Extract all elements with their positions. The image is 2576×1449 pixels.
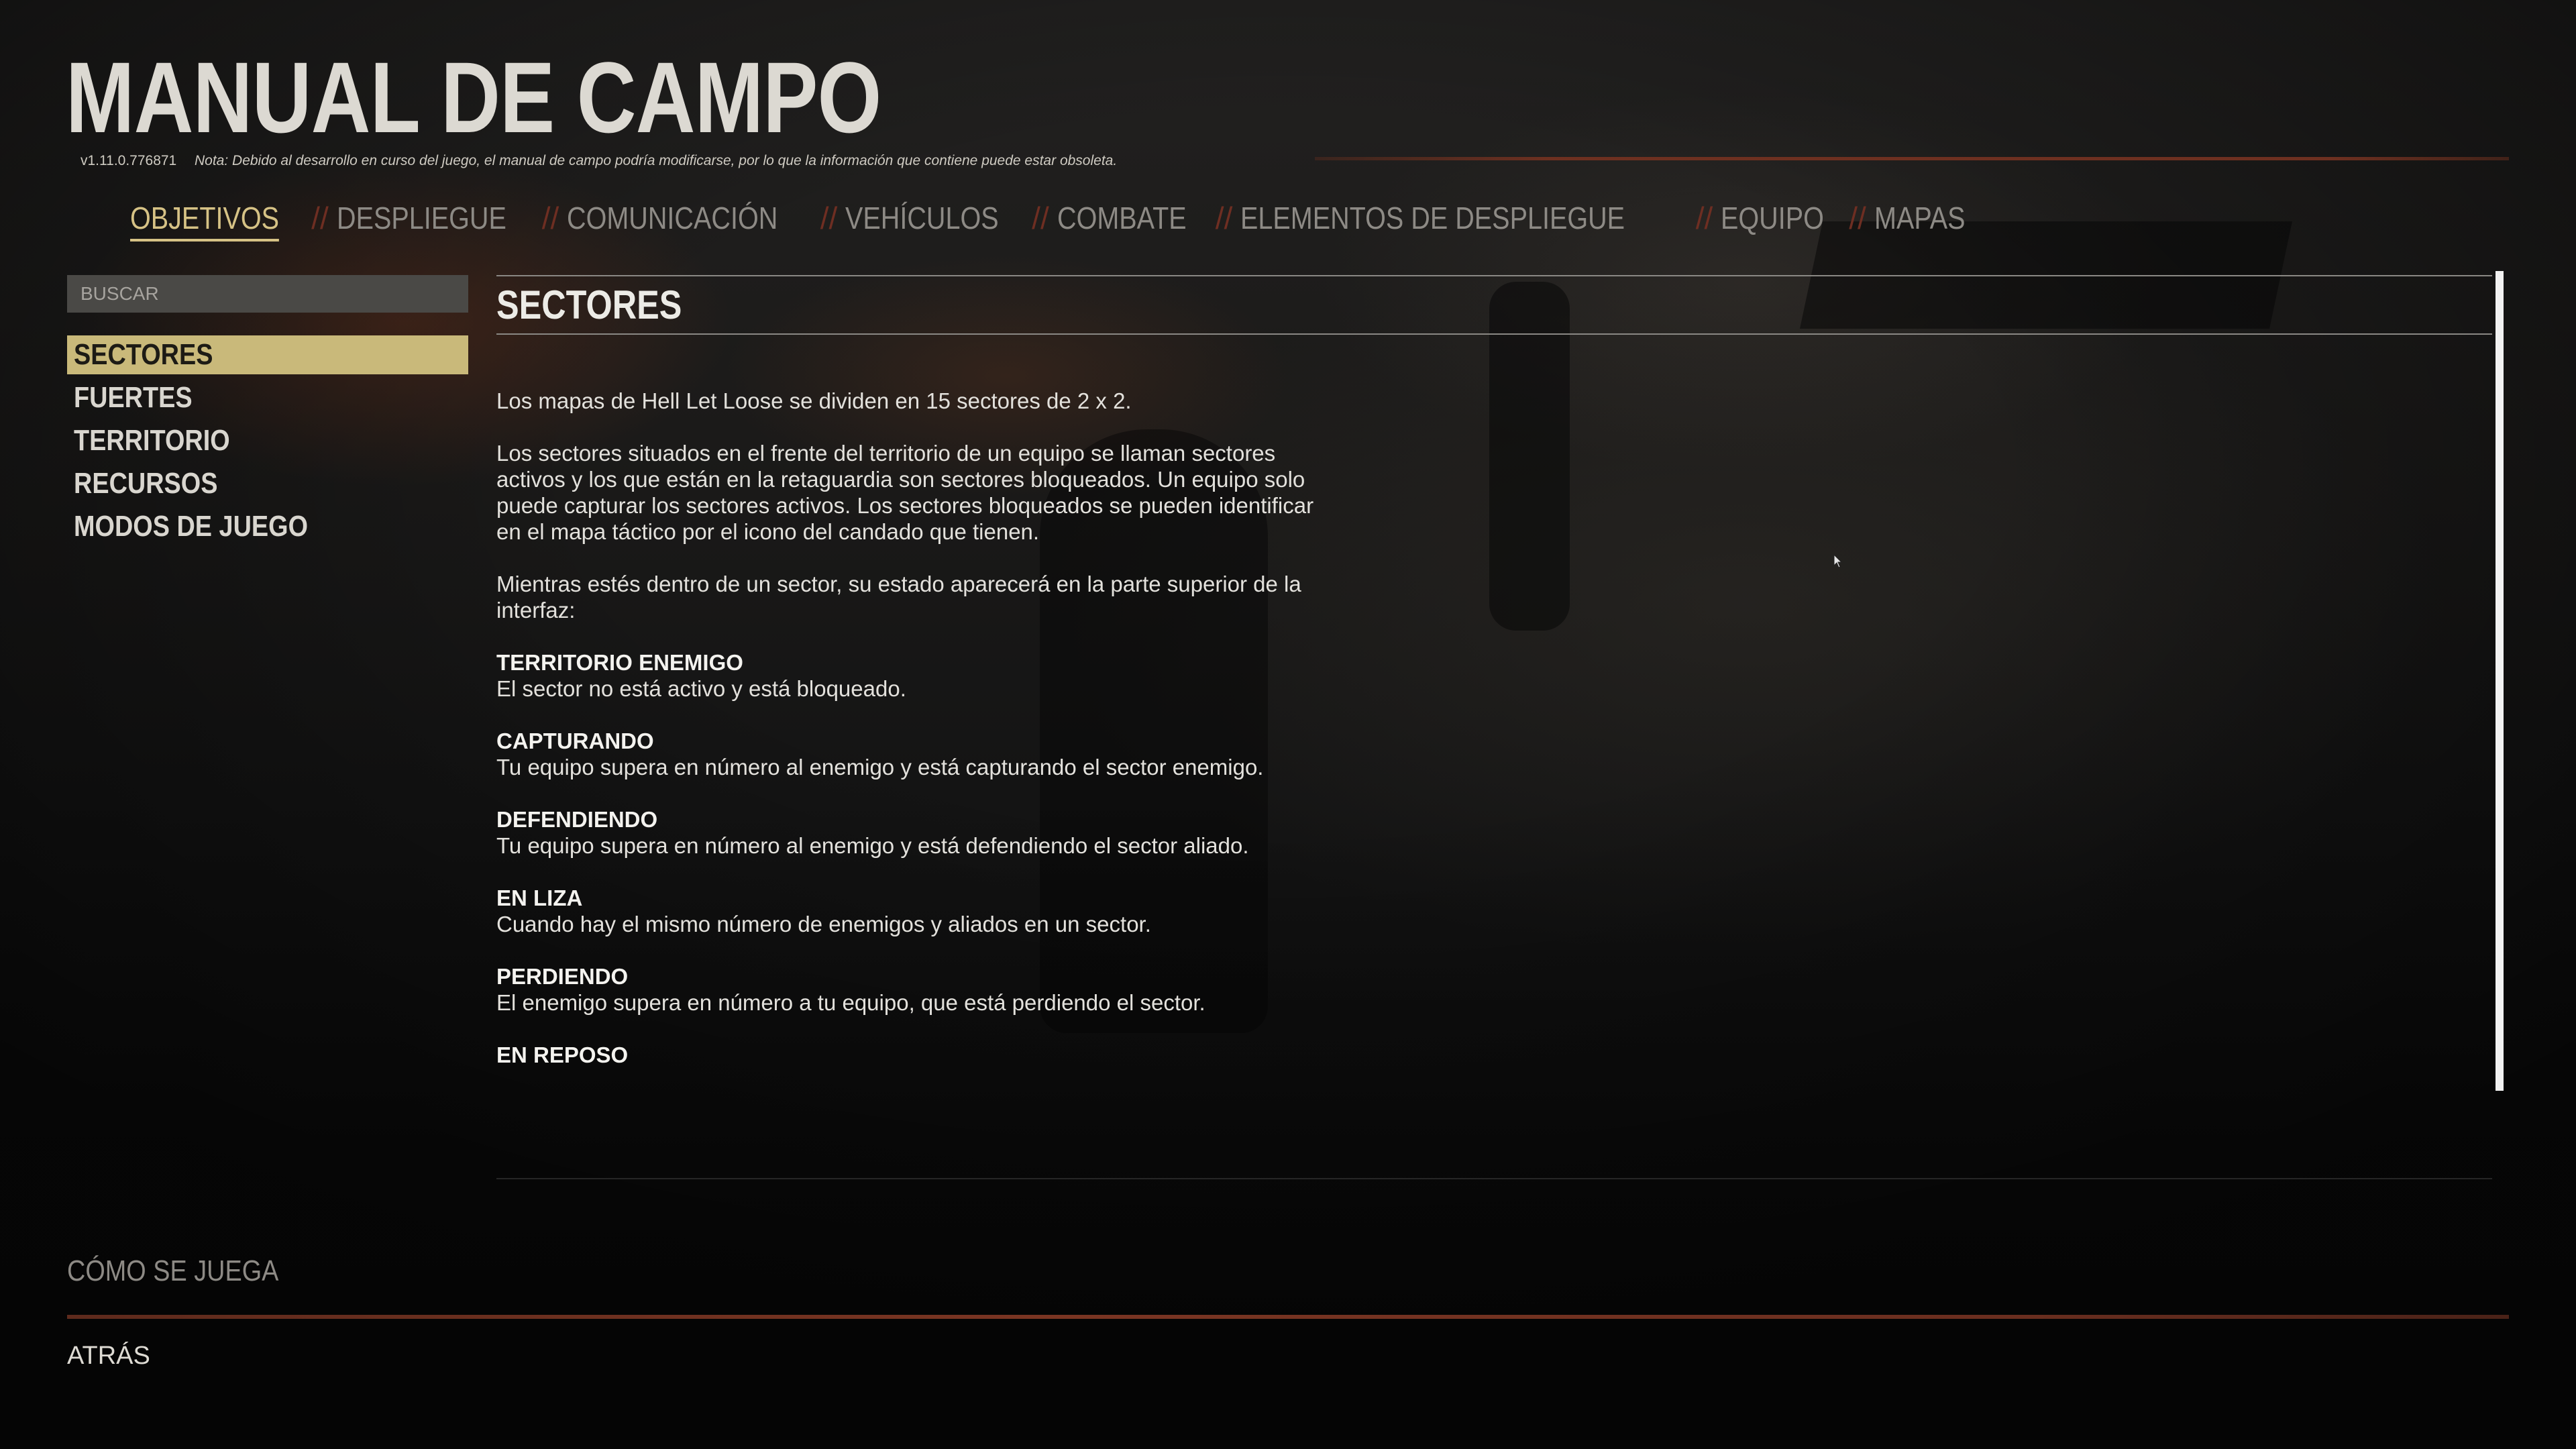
sidebar-item-label: MODOS DE JUEGO <box>74 510 309 543</box>
sidebar-item-modos-de-juego[interactable]: MODOS DE JUEGO <box>67 507 468 546</box>
tab-mapas[interactable]: MAPAS <box>1874 200 1966 236</box>
sidebar-item-fuertes[interactable]: FUERTES <box>67 378 468 417</box>
sector-state-description: El sector no está activo y está bloquead… <box>496 676 906 701</box>
sector-state-description: El enemigo supera en número a tu equipo,… <box>496 990 1205 1015</box>
sector-state-description: Tu equipo supera en número al enemigo y … <box>496 755 1264 780</box>
article-top-divider <box>496 275 2492 276</box>
article-bottom-divider <box>496 1178 2492 1179</box>
version-label: v1.11.0.776871 <box>80 153 177 168</box>
mouse-cursor-icon <box>1833 554 1843 568</box>
search-input[interactable]: BUSCAR <box>67 275 468 313</box>
article-intro: Los mapas de Hell Let Loose se dividen e… <box>496 388 1132 413</box>
tab-separator: // <box>1032 201 1049 235</box>
how-to-play-link[interactable]: CÓMO SE JUEGA <box>67 1254 278 1288</box>
tab-separator: // <box>1849 201 1866 235</box>
article-title-divider <box>496 333 2492 335</box>
disclaimer-note: Nota: Debido al desarrollo en curso del … <box>195 153 1118 168</box>
tab-elementos-de-despliegue[interactable]: ELEMENTOS DE DESPLIEGUE <box>1240 200 1625 236</box>
sidebar-item-label: TERRITORIO <box>74 424 230 457</box>
sidebar-item-territorio[interactable]: TERRITORIO <box>67 421 468 460</box>
tab-separator: // <box>820 201 838 235</box>
tab-separator: // <box>541 201 559 235</box>
footer-divider <box>67 1315 2509 1319</box>
tab-comunicacion[interactable]: COMUNICACIÓN <box>567 200 777 236</box>
tab-separator: // <box>1215 201 1233 235</box>
sector-state-name: EN REPOSO <box>496 1042 629 1067</box>
sector-state-name: PERDIENDO <box>496 964 629 989</box>
sidebar-item-label: RECURSOS <box>74 467 218 500</box>
sector-state-name: DEFENDIENDO <box>496 807 658 832</box>
header-divider <box>1315 157 2509 160</box>
article-paragraph: Mientras estés dentro de un sector, su e… <box>496 572 1301 623</box>
sector-state-name: EN LIZA <box>496 885 583 910</box>
sidebar-item-label: SECTORES <box>74 338 213 371</box>
tab-despliegue[interactable]: DESPLIEGUE <box>337 200 506 236</box>
tab-separator: // <box>1695 201 1713 235</box>
tab-objetivos[interactable]: OBJETIVOS <box>130 200 280 241</box>
sector-state-description: Tu equipo supera en número al enemigo y … <box>496 833 1249 858</box>
tab-equipo[interactable]: EQUIPO <box>1721 200 1824 236</box>
sector-state-name: CAPTURANDO <box>496 729 654 753</box>
sidebar-topic-list: SECTORES FUERTES TERRITORIO RECURSOS MOD… <box>67 335 468 550</box>
back-button[interactable]: ATRÁS <box>67 1342 150 1371</box>
article-scrollbar[interactable] <box>2496 271 2504 1091</box>
sidebar-item-label: FUERTES <box>74 381 193 414</box>
tab-vehiculos[interactable]: VEHÍCULOS <box>845 200 999 236</box>
category-tabs: OBJETIVOS // DESPLIEGUE // COMUNICACIÓN … <box>130 195 1980 241</box>
article-paragraph: Los sectores situados en el frente del t… <box>496 441 1314 544</box>
page-title: MANUAL DE CAMPO <box>66 41 881 154</box>
tab-separator: // <box>311 201 329 235</box>
sidebar-item-recursos[interactable]: RECURSOS <box>67 464 468 503</box>
sector-state-name: TERRITORIO ENEMIGO <box>496 650 743 675</box>
article-title: SECTORES <box>496 282 682 327</box>
sector-state-description: Cuando hay el mismo número de enemigos y… <box>496 912 1151 936</box>
sidebar-item-sectores[interactable]: SECTORES <box>67 335 468 374</box>
tab-combate[interactable]: COMBATE <box>1057 200 1187 236</box>
article-body: Los mapas de Hell Let Loose se dividen e… <box>496 388 1315 1173</box>
